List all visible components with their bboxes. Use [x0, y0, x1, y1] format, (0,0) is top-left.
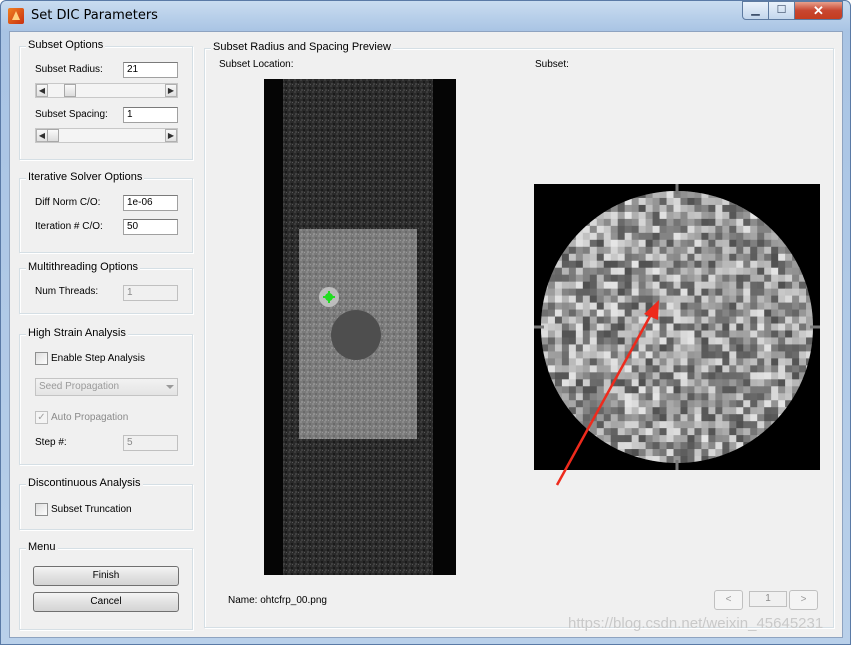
enable-step-checkbox[interactable]: [35, 352, 48, 365]
iteration-input[interactable]: 50: [123, 219, 178, 235]
slider-left-arrow-icon[interactable]: ◀: [36, 84, 48, 97]
red-arrow-annotation: [555, 300, 659, 486]
close-icon: ✕: [813, 3, 824, 18]
diff-norm-label: Diff Norm C/O:: [35, 197, 101, 208]
discontinuous-title: Discontinuous Analysis: [26, 477, 143, 489]
seed-propagation-select[interactable]: Seed Propagation: [35, 378, 178, 396]
subset-radius-input[interactable]: 21: [123, 62, 178, 78]
high-strain-title: High Strain Analysis: [26, 327, 128, 339]
iteration-label: Iteration # C/O:: [35, 221, 103, 232]
menu-title: Menu: [26, 541, 58, 553]
next-image-button[interactable]: >: [789, 590, 818, 610]
slider-thumb[interactable]: [47, 129, 59, 142]
image-number-input[interactable]: 1: [749, 591, 787, 607]
dialog-window: Set DIC Parameters ▁ ☐ ✕ Subset Options …: [0, 0, 851, 645]
preview-group: Subset Radius and Spacing Preview Subset…: [204, 41, 834, 628]
subset-options-group: Subset Options Subset Radius: 21 ◀ ▶ Sub…: [19, 39, 193, 160]
dialog-client-area: Subset Options Subset Radius: 21 ◀ ▶ Sub…: [9, 31, 843, 638]
multithreading-group: Multithreading Options Num Threads: 1: [19, 261, 193, 314]
step-label: Step #:: [35, 437, 67, 448]
high-strain-group: High Strain Analysis Enable Step Analysi…: [19, 327, 193, 465]
subset-truncation-checkbox[interactable]: [35, 503, 48, 516]
close-button[interactable]: ✕: [794, 1, 843, 20]
subset-spacing-slider[interactable]: ◀ ▶: [35, 128, 178, 143]
solver-options-group: Iterative Solver Options Diff Norm C/O: …: [19, 171, 193, 253]
subset-location-image[interactable]: [264, 79, 456, 575]
maximize-button[interactable]: ☐: [768, 1, 795, 20]
step-input[interactable]: 5: [123, 435, 178, 451]
minimize-button[interactable]: ▁: [742, 1, 769, 20]
chevron-down-icon: [166, 385, 174, 389]
slider-thumb[interactable]: [64, 84, 76, 97]
subset-label: Subset:: [535, 59, 569, 70]
auto-propagation-checkbox[interactable]: ✓: [35, 411, 48, 424]
subset-spacing-input[interactable]: 1: [123, 107, 178, 123]
matlab-icon: [8, 8, 24, 24]
subset-truncation-label: Subset Truncation: [51, 504, 132, 515]
enable-step-label: Enable Step Analysis: [51, 353, 145, 364]
image-name-label: Name: ohtcfrp_00.png: [228, 595, 327, 606]
multithreading-title: Multithreading Options: [26, 261, 141, 273]
subset-location-label: Subset Location:: [219, 59, 294, 70]
cancel-button[interactable]: Cancel: [33, 592, 179, 612]
window-title: Set DIC Parameters: [31, 8, 158, 23]
slider-right-arrow-icon[interactable]: ▶: [165, 129, 177, 142]
seed-propagation-value: Seed Propagation: [39, 381, 120, 392]
title-bar[interactable]: Set DIC Parameters ▁ ☐ ✕: [1, 1, 850, 31]
solver-options-title: Iterative Solver Options: [26, 171, 145, 183]
minimize-icon: ▁: [751, 4, 760, 16]
subset-radius-label: Subset Radius:: [35, 64, 103, 75]
slider-right-arrow-icon[interactable]: ▶: [165, 84, 177, 97]
maximize-icon: ☐: [776, 4, 787, 16]
previous-image-button[interactable]: <: [714, 590, 743, 610]
preview-title: Subset Radius and Spacing Preview: [211, 41, 393, 53]
discontinuous-group: Discontinuous Analysis Subset Truncation: [19, 477, 193, 530]
diff-norm-input[interactable]: 1e-06: [123, 195, 178, 211]
specimen-image: [264, 79, 456, 575]
menu-group: Menu Finish Cancel: [19, 541, 193, 630]
num-threads-input[interactable]: 1: [123, 285, 178, 301]
auto-propagation-label: Auto Propagation: [51, 412, 129, 423]
subset-options-title: Subset Options: [26, 39, 106, 51]
subset-radius-slider[interactable]: ◀ ▶: [35, 83, 178, 98]
watermark-text: https://blog.csdn.net/weixin_45645231: [568, 615, 824, 632]
check-icon: ✓: [37, 412, 46, 423]
num-threads-label: Num Threads:: [35, 286, 99, 297]
finish-button[interactable]: Finish: [33, 566, 179, 586]
subset-spacing-label: Subset Spacing:: [35, 109, 108, 120]
